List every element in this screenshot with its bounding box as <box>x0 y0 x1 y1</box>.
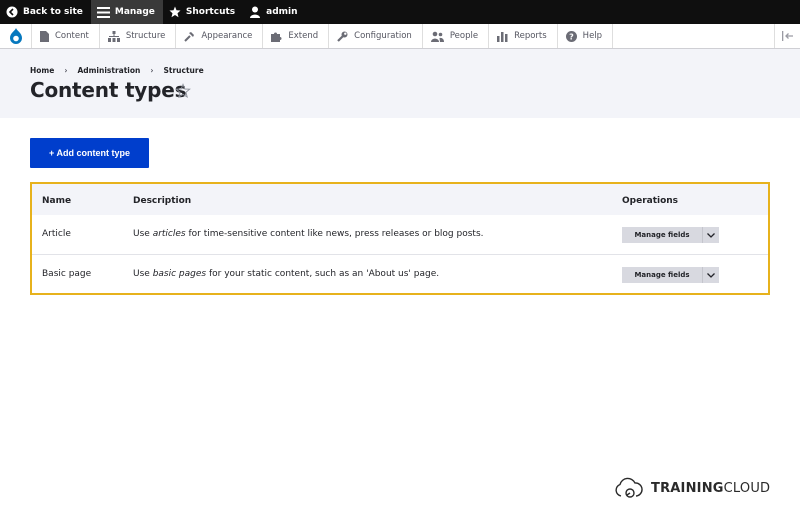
puzzle-icon <box>271 32 282 42</box>
wrench-icon <box>337 31 348 42</box>
table-header: Name Description Operations <box>32 184 768 215</box>
breadcrumb-separator: › <box>64 66 68 75</box>
drupal-logo[interactable] <box>0 24 32 48</box>
tray-item-people[interactable]: People <box>423 24 490 48</box>
sitemap-icon <box>107 30 120 42</box>
content-type-description: Use basic pages for your static content,… <box>133 269 440 279</box>
column-header-operations: Operations <box>622 196 679 206</box>
user-tab[interactable]: admin <box>243 0 305 24</box>
content-type-description: Use articles for time-sensitive content … <box>133 229 484 239</box>
page-header: Home › Administration › Structure Conten… <box>0 49 800 118</box>
tray-item-label: Reports <box>514 31 547 41</box>
tray-item-appearance[interactable]: Appearance <box>176 24 264 48</box>
watermark-text: TRAININGCLOUD <box>651 480 771 496</box>
table-row: Article Use articles for time-sensitive … <box>32 215 768 255</box>
manage-fields-button[interactable]: Manage fields <box>622 267 702 283</box>
content-type-name: Article <box>42 229 71 239</box>
table-row: Basic page Use basic pages for your stat… <box>32 255 768 295</box>
star-icon <box>169 6 181 18</box>
operations-toggle[interactable] <box>702 267 719 283</box>
trainingcloud-watermark: TRAININGCLOUD <box>613 476 770 500</box>
add-content-type-button[interactable]: + Add content type <box>30 138 149 168</box>
tray-item-label: Structure <box>125 31 166 41</box>
page-icon <box>40 30 49 42</box>
tray-item-content[interactable]: Content <box>32 24 100 48</box>
wrench-brush-icon <box>184 31 195 42</box>
user-icon <box>250 6 261 18</box>
drupal-drop-icon <box>9 28 22 44</box>
shortcut-star-icon[interactable] <box>175 83 191 99</box>
breadcrumb-home[interactable]: Home <box>30 66 54 75</box>
chevron-down-icon <box>707 272 715 278</box>
back-to-site-link[interactable]: Back to site <box>0 0 91 24</box>
tray-item-label: Appearance <box>201 31 253 41</box>
page-title: Content types <box>30 78 187 102</box>
breadcrumb: Home › Administration › Structure <box>30 66 204 75</box>
column-header-name: Name <box>42 196 72 206</box>
svg-text:?: ? <box>569 32 574 41</box>
admin-toolbar: Back to site Manage Shortcuts admin <box>0 0 800 24</box>
column-header-description: Description <box>133 196 192 206</box>
operations-dropbutton: Manage fields <box>622 227 719 243</box>
back-arrow-icon <box>6 6 18 18</box>
operations-toggle[interactable] <box>702 227 719 243</box>
tray-item-configuration[interactable]: Configuration <box>329 24 423 48</box>
tray-item-label: Content <box>55 31 89 41</box>
manage-fields-button[interactable]: Manage fields <box>622 227 702 243</box>
tray-item-label: Help <box>582 31 603 41</box>
back-to-site-label: Back to site <box>23 7 83 17</box>
breadcrumb-administration[interactable]: Administration <box>77 66 140 75</box>
tray-item-help[interactable]: ? Help <box>558 24 614 48</box>
people-icon <box>430 31 444 42</box>
help-icon: ? <box>565 30 577 42</box>
breadcrumb-separator: › <box>150 66 154 75</box>
operations-dropbutton: Manage fields <box>622 267 719 283</box>
tray-item-label: People <box>449 31 479 41</box>
bar-chart-icon <box>497 31 508 42</box>
tray-item-reports[interactable]: Reports <box>489 24 558 48</box>
manage-tab[interactable]: Manage <box>90 0 163 24</box>
tray-orientation-toggle[interactable] <box>774 24 800 48</box>
collapse-icon <box>781 31 793 41</box>
admin-tray: Content Structure Appearance Extend Conf… <box>0 24 800 49</box>
user-label: admin <box>266 7 298 17</box>
shortcuts-tab[interactable]: Shortcuts <box>163 0 243 24</box>
tray-item-label: Extend <box>288 31 319 41</box>
hamburger-icon <box>96 6 110 18</box>
shortcuts-label: Shortcuts <box>185 7 236 17</box>
tray-item-structure[interactable]: Structure <box>100 24 177 48</box>
tray-item-extend[interactable]: Extend <box>263 24 330 48</box>
breadcrumb-structure[interactable]: Structure <box>163 66 203 75</box>
manage-label: Manage <box>114 7 155 17</box>
cloud-logo-icon <box>615 477 643 498</box>
tray-item-label: Configuration <box>354 31 412 41</box>
chevron-down-icon <box>707 232 715 238</box>
content-types-table: Name Description Operations Article Use … <box>30 182 770 295</box>
content-type-name: Basic page <box>42 269 92 279</box>
